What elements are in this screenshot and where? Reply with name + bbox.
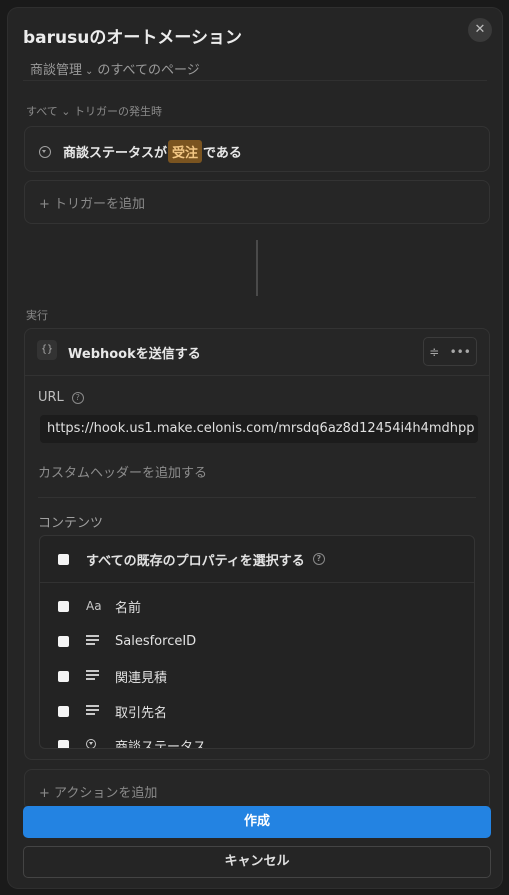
checkbox[interactable] (58, 600, 69, 612)
help-icon[interactable]: ? (312, 553, 325, 565)
property-row[interactable]: SalesforceID (58, 631, 464, 651)
subtitle: 商談管理 ⌄ のすべてのページ (30, 59, 200, 78)
status-property-icon (39, 145, 51, 158)
properties-list: すべての既存のプロパティを選択する ? Aa 名前 SalesforceID 関… (39, 535, 475, 749)
connector-line (256, 240, 258, 296)
modal-title: barusuのオートメーション (23, 28, 243, 48)
automation-modal: barusuのオートメーション ✕ 商談管理 ⌄ のすべてのページ すべて ⌄ トリ… (8, 8, 502, 888)
database-name: 商談管理 (30, 63, 83, 78)
select-all-label: すべての既存のプロパティを選択する (86, 553, 305, 569)
add-custom-header-button[interactable]: カスタムヘッダーを追加する (38, 462, 207, 481)
divider (23, 80, 487, 81)
property-label: SalesforceID (115, 633, 197, 649)
add-action-label: + アクションを追加 (39, 786, 158, 801)
help-icon[interactable]: ? (71, 391, 84, 404)
webhook-icon: {} (37, 340, 57, 360)
url-label-text: URL (38, 390, 64, 405)
divider (25, 375, 489, 376)
divider (38, 497, 476, 498)
checkbox[interactable] (58, 553, 69, 565)
property-label: 関連見積 (115, 670, 168, 686)
add-action-button[interactable]: + アクションを追加 (24, 769, 490, 811)
condition-prefix: 商談ステータスが (63, 146, 168, 161)
property-label: 商談ステータス (115, 739, 207, 749)
more-options-icon[interactable]: ••• (450, 345, 471, 359)
action-title: Webhookを送信する (68, 347, 201, 362)
property-row[interactable]: 関連見積 (58, 666, 464, 686)
property-row[interactable]: Aa 名前 (58, 596, 464, 616)
divider (40, 582, 474, 583)
checkbox[interactable] (58, 635, 69, 647)
close-icon: ✕ (474, 22, 486, 37)
close-button[interactable]: ✕ (468, 18, 492, 42)
checkbox[interactable] (58, 705, 69, 717)
chevron-down-icon: ⌄ (85, 66, 94, 77)
content-label: コンテンツ (38, 516, 104, 531)
webhook-action-card: {} Webhookを送信する ≑ ••• URL? https://hook.… (24, 328, 490, 760)
action-controls: ≑ ••• (423, 337, 477, 366)
property-label: 取引先名 (115, 705, 168, 721)
trigger-card[interactable]: 商談ステータスが 受注 である (24, 126, 490, 172)
subtitle-suffix: のすべてのページ (97, 63, 200, 78)
lines-icon (86, 634, 106, 648)
text-type-icon: Aa (86, 599, 102, 613)
url-label: URL? (38, 390, 84, 405)
add-trigger-label: + トリガーを追加 (39, 197, 146, 212)
url-input[interactable]: https://hook.us1.make.celonis.com/mrsdq6… (40, 415, 478, 443)
property-row[interactable]: 取引先名 (58, 701, 464, 721)
checkbox[interactable] (58, 670, 69, 682)
property-label: 名前 (115, 600, 142, 616)
trigger-section-label[interactable]: すべて ⌄ トリガーの発生時 (26, 103, 162, 119)
select-all-row[interactable]: すべての既存のプロパティを選択する ? (58, 549, 464, 569)
property-row[interactable]: 商談ステータス (58, 735, 464, 749)
lines-icon (86, 704, 106, 718)
database-selector[interactable]: 商談管理 ⌄ (30, 63, 97, 78)
action-section-label: 実行 (26, 309, 48, 322)
checkbox[interactable] (58, 739, 69, 748)
status-icon (86, 738, 106, 748)
collapse-icon[interactable]: ≑ (429, 345, 439, 359)
add-trigger-button[interactable]: + トリガーを追加 (24, 180, 490, 224)
trigger-condition: 商談ステータスが 受注 である (39, 140, 242, 163)
lines-icon (86, 669, 106, 683)
create-button[interactable]: 作成 (23, 806, 491, 838)
status-tag: 受注 (168, 140, 203, 163)
condition-suffix: である (203, 146, 242, 161)
cancel-button[interactable]: キャンセル (23, 846, 491, 878)
